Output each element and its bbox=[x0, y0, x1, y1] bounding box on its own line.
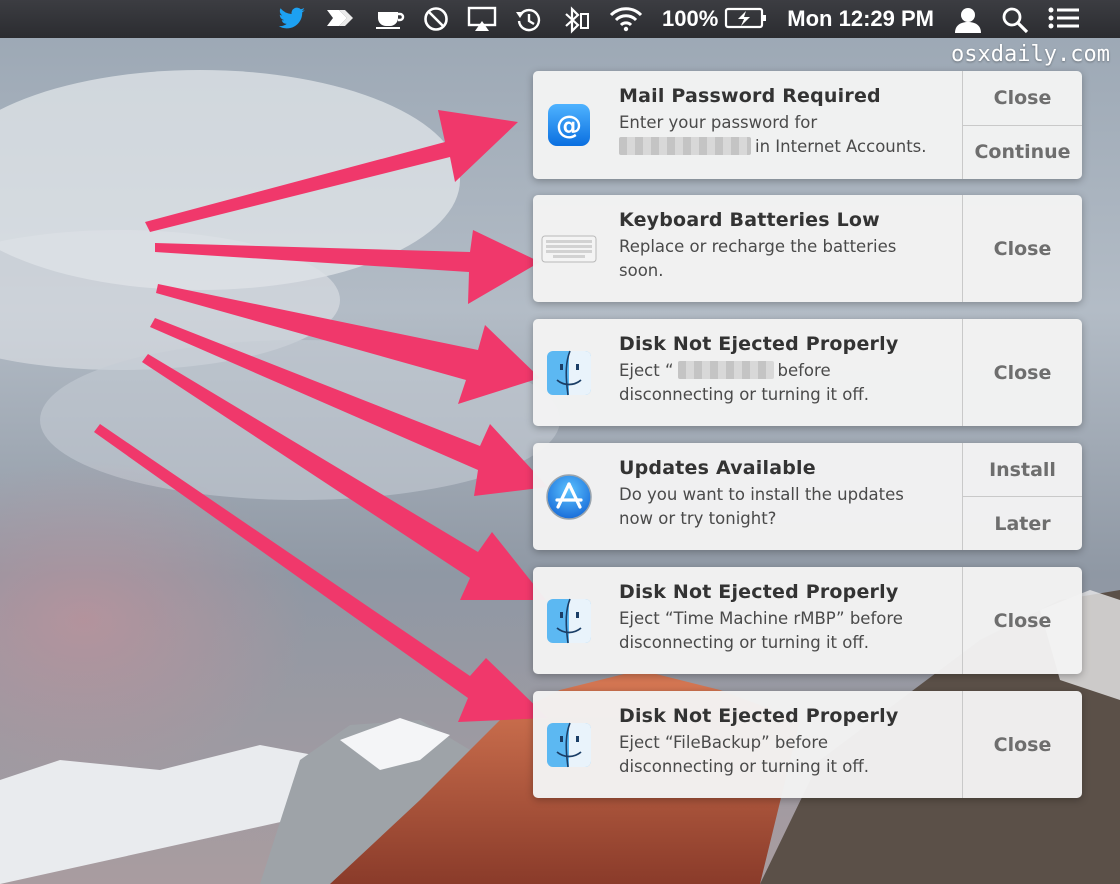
battery-percent: 100% bbox=[662, 6, 719, 31]
notification-line-1-prefix: Eject “ bbox=[619, 361, 674, 380]
notification-title: Updates Available bbox=[619, 457, 816, 479]
battery-icon[interactable] bbox=[724, 6, 768, 32]
close-button[interactable]: Close bbox=[963, 71, 1082, 125]
bluetooth-icon[interactable] bbox=[561, 6, 591, 34]
notification-line-2: soon. bbox=[619, 261, 664, 280]
notification-title: Disk Not Ejected Properly bbox=[619, 581, 899, 603]
notification-actions: Close bbox=[962, 691, 1082, 798]
notification-title: Disk Not Ejected Properly bbox=[619, 333, 899, 355]
close-button[interactable]: Close bbox=[963, 567, 1082, 674]
notification-line-1: Enter your password for bbox=[619, 113, 818, 132]
notification-disk-not-ejected[interactable]: Disk Not Ejected Properly Eject “ before … bbox=[533, 319, 1082, 426]
notification-line-2: disconnecting or turning it off. bbox=[619, 385, 869, 404]
close-button[interactable]: Close bbox=[963, 195, 1082, 302]
notification-line-2: disconnecting or turning it off. bbox=[619, 633, 869, 652]
notification-body: Disk Not Ejected Properly Eject “FileBac… bbox=[605, 691, 962, 798]
paper-plane-icon[interactable] bbox=[325, 6, 357, 32]
notification-line-1: Eject “Time Machine rMBP” before bbox=[619, 609, 903, 628]
spotlight-icon[interactable] bbox=[1001, 6, 1029, 34]
notification-mail-password[interactable]: @ Mail Password Required Enter your pass… bbox=[533, 71, 1082, 179]
notification-body: Disk Not Ejected Properly Eject “ before … bbox=[605, 319, 962, 426]
continue-button[interactable]: Continue bbox=[963, 124, 1082, 180]
notification-line-1: Replace or recharge the batteries bbox=[619, 237, 897, 256]
mail-at-icon: @ bbox=[533, 71, 605, 179]
notification-updates-available[interactable]: Updates Available Do you want to install… bbox=[533, 443, 1082, 550]
install-button[interactable]: Install bbox=[963, 443, 1082, 496]
redacted-account bbox=[619, 137, 751, 155]
svg-text:@: @ bbox=[556, 111, 582, 141]
notification-line-1: Eject “FileBackup” before bbox=[619, 733, 828, 752]
menu-bar: 100% Mon 12:29 PM bbox=[0, 0, 1120, 38]
keyboard-icon bbox=[533, 195, 605, 302]
close-button[interactable]: Close bbox=[963, 319, 1082, 426]
airplay-icon[interactable] bbox=[467, 6, 497, 32]
notification-line-2: in Internet Accounts. bbox=[755, 137, 927, 156]
notification-line-1-suffix: before bbox=[777, 361, 831, 380]
notification-message: Eject “FileBackup” before disconnecting … bbox=[619, 731, 952, 779]
finder-icon bbox=[533, 319, 605, 426]
later-button[interactable]: Later bbox=[963, 496, 1082, 550]
notification-actions: Close bbox=[962, 567, 1082, 674]
user-icon[interactable] bbox=[953, 6, 983, 33]
wifi-icon[interactable] bbox=[609, 6, 643, 32]
time-machine-icon[interactable] bbox=[515, 6, 543, 32]
notification-actions: Close bbox=[962, 319, 1082, 426]
notification-line-2: disconnecting or turning it off. bbox=[619, 757, 869, 776]
notification-message: Enter your password for in Internet Acco… bbox=[619, 111, 952, 159]
app-store-icon bbox=[533, 443, 605, 550]
do-not-disturb-icon[interactable] bbox=[423, 6, 449, 32]
arrow-1 bbox=[145, 110, 518, 232]
twitter-icon[interactable] bbox=[277, 6, 307, 32]
notification-actions: Close Continue bbox=[962, 71, 1082, 179]
notification-message: Do you want to install the updates now o… bbox=[619, 483, 952, 531]
watermark: osxdaily.com bbox=[951, 42, 1110, 67]
redacted-disk-name bbox=[677, 361, 774, 379]
notification-line-1: Do you want to install the updates bbox=[619, 485, 904, 504]
coffee-cup-icon[interactable] bbox=[375, 6, 405, 32]
notification-body: Keyboard Batteries Low Replace or rechar… bbox=[605, 195, 962, 302]
notification-actions: Install Later bbox=[962, 443, 1082, 550]
notification-title: Disk Not Ejected Properly bbox=[619, 705, 899, 727]
finder-icon bbox=[533, 691, 605, 798]
notification-line-2: now or try tonight? bbox=[619, 509, 777, 528]
notification-center-icon[interactable] bbox=[1047, 6, 1081, 32]
notification-body: Disk Not Ejected Properly Eject “Time Ma… bbox=[605, 567, 962, 674]
notification-title: Keyboard Batteries Low bbox=[619, 209, 880, 231]
close-button[interactable]: Close bbox=[963, 691, 1082, 798]
menubar-clock[interactable]: Mon 12:29 PM bbox=[787, 6, 934, 32]
notification-message: Replace or recharge the batteries soon. bbox=[619, 235, 952, 283]
notification-actions: Close bbox=[962, 195, 1082, 302]
notification-disk-not-ejected[interactable]: Disk Not Ejected Properly Eject “Time Ma… bbox=[533, 567, 1082, 674]
notification-body: Mail Password Required Enter your passwo… bbox=[605, 71, 962, 179]
notification-message: Eject “Time Machine rMBP” before disconn… bbox=[619, 607, 952, 655]
notification-keyboard-batteries[interactable]: Keyboard Batteries Low Replace or rechar… bbox=[533, 195, 1082, 302]
notification-title: Mail Password Required bbox=[619, 85, 881, 107]
finder-icon bbox=[533, 567, 605, 674]
notification-message: Eject “ before disconnecting or turning i… bbox=[619, 359, 952, 407]
notification-disk-not-ejected[interactable]: Disk Not Ejected Properly Eject “FileBac… bbox=[533, 691, 1082, 798]
arrow-2 bbox=[155, 230, 540, 304]
notification-body: Updates Available Do you want to install… bbox=[605, 443, 962, 550]
